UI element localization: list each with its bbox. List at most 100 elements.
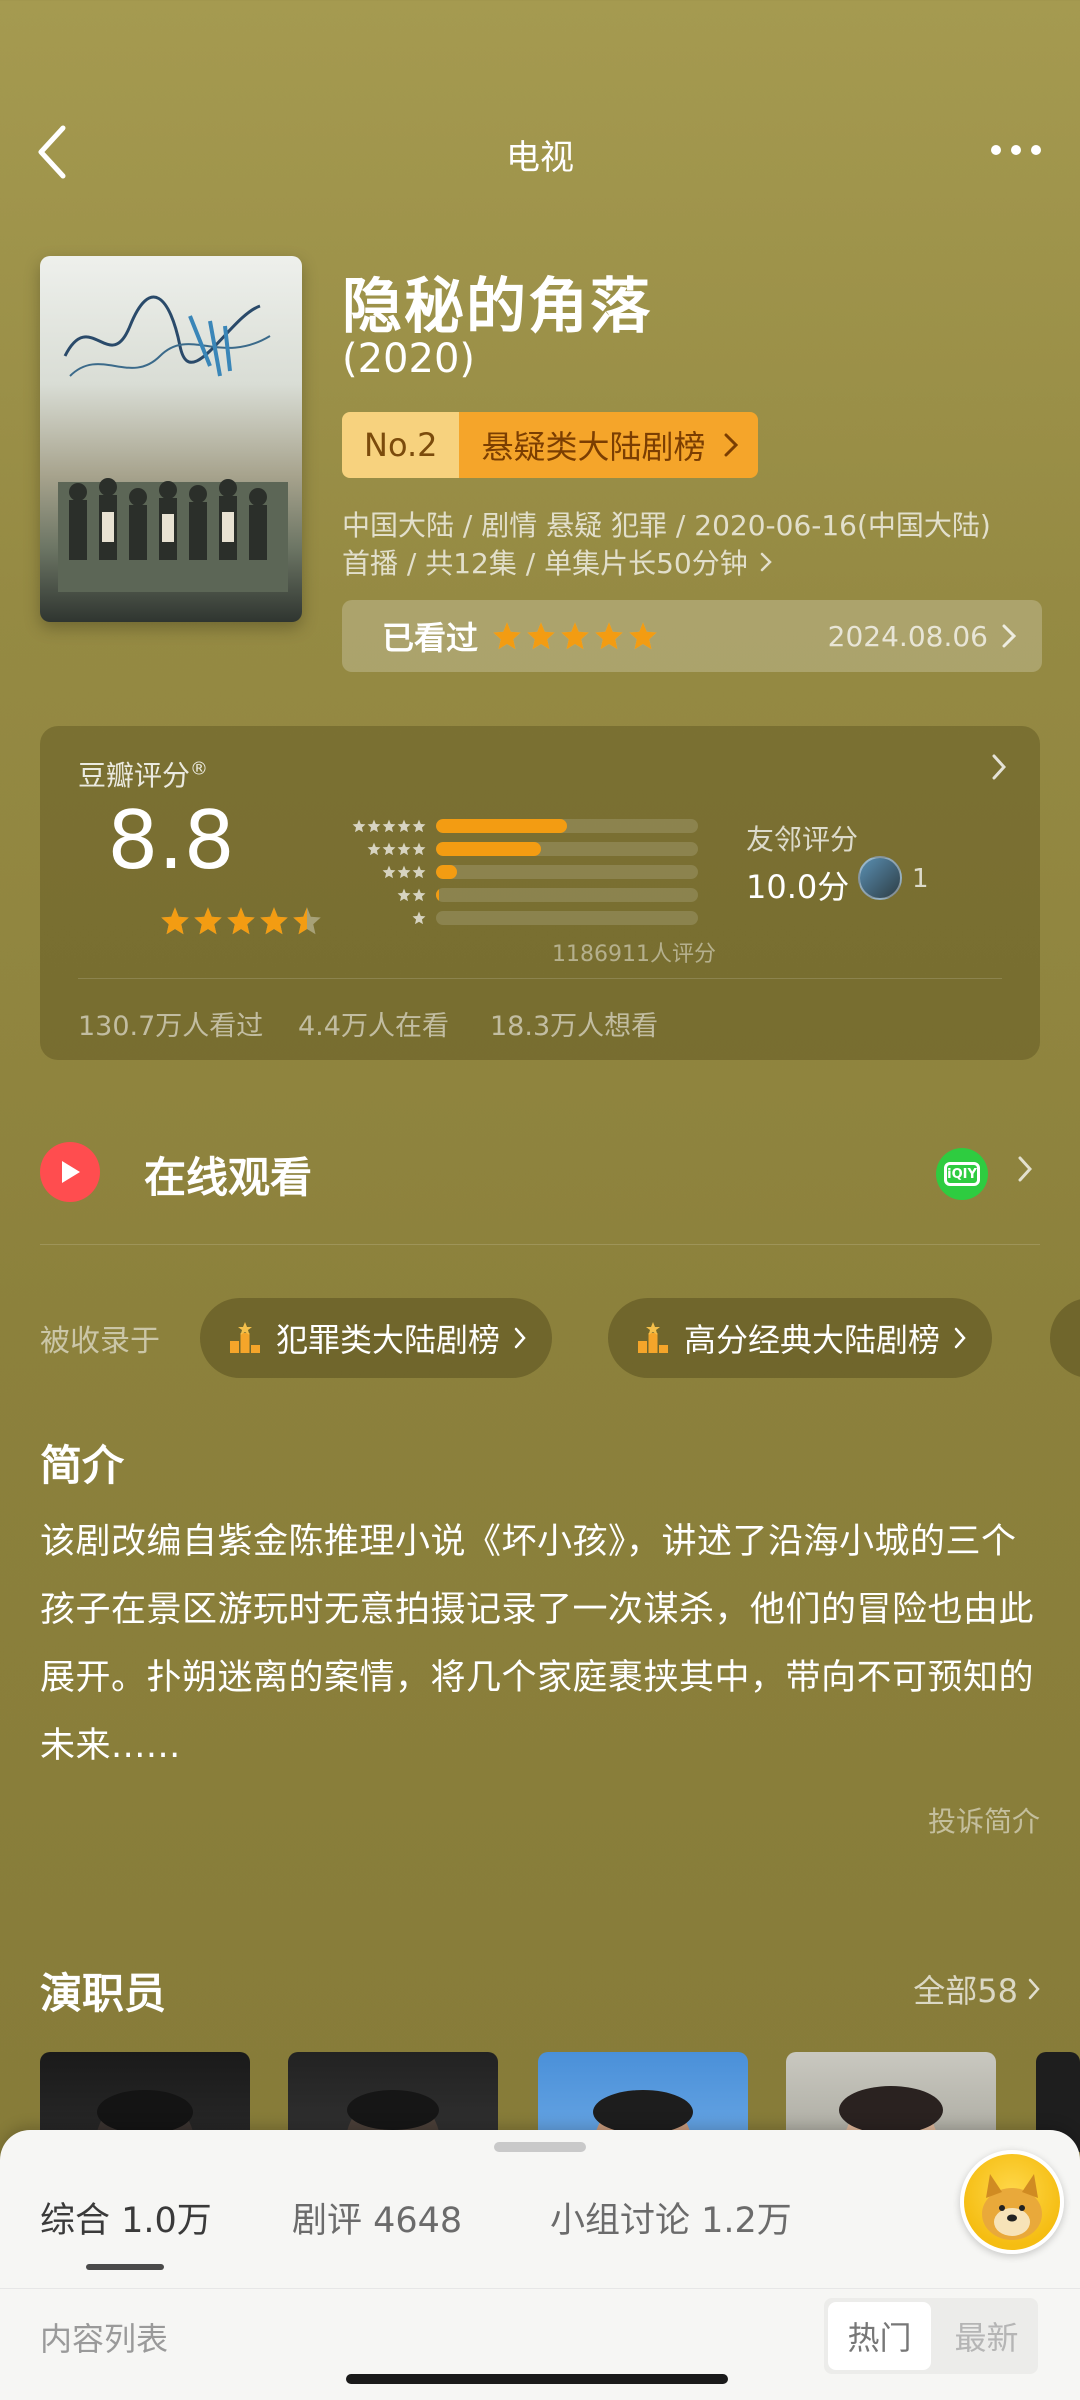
tab-reviews[interactable]: 剧评 4648 bbox=[292, 2192, 462, 2243]
play-triangle-icon bbox=[62, 1161, 80, 1183]
intro-text: 该剧改编自紫金陈推理小说《坏小孩》，讲述了沿海小城的三个孩子在景区游玩时无意拍摄… bbox=[40, 1522, 1035, 1766]
rank-list-label: 悬疑类大陆剧榜 bbox=[481, 428, 706, 466]
chevron-right-icon bbox=[1028, 1978, 1040, 2000]
rating-card[interactable]: 豆瓣评分® 8.8 1186911人评分 友邻评分 10.0分 1 130.7万… bbox=[40, 726, 1040, 1060]
meta-info-line2[interactable]: 首播 / 共12集 / 单集片长50分钟 bbox=[342, 542, 772, 582]
watched-bar[interactable]: 已看过 2024.08.06 bbox=[342, 600, 1042, 672]
rating-count: 1186911人评分 bbox=[552, 942, 716, 967]
distribution-stars bbox=[340, 819, 436, 833]
tab-group-discussion[interactable]: 小组讨论 1.2万 bbox=[550, 2192, 792, 2243]
intro-title: 简介 bbox=[40, 1441, 125, 1490]
chevron-right-icon[interactable] bbox=[1018, 1156, 1032, 1182]
poster-image[interactable] bbox=[40, 256, 302, 622]
distribution-row bbox=[340, 906, 750, 929]
star-icon bbox=[293, 907, 321, 935]
play-icon[interactable] bbox=[40, 1142, 100, 1202]
chevron-right-icon bbox=[992, 754, 1006, 780]
sort-toggle[interactable]: 热门 最新 bbox=[824, 2298, 1038, 2374]
distribution-row bbox=[340, 883, 750, 906]
friend-rating-label: 友邻评分 bbox=[746, 823, 859, 856]
distribution-row bbox=[340, 814, 750, 837]
distribution-bar bbox=[436, 841, 698, 856]
distribution-bar-fill bbox=[436, 864, 457, 879]
more-dot bbox=[1011, 145, 1021, 155]
meta-info-line1: 中国大陆 / 剧情 悬疑 犯罪 / 2020-06-16(中国大陆) bbox=[342, 509, 991, 542]
small-star-icon bbox=[382, 842, 396, 855]
tab-indicator bbox=[86, 2264, 164, 2270]
distribution-bar bbox=[436, 887, 698, 902]
bottom-sheet[interactable]: 综合 1.0万 剧评 4648 小组讨论 1.2万 内容列表 热门 最新 bbox=[0, 2130, 1080, 2400]
poster-title-art bbox=[63, 295, 271, 377]
podium-icon bbox=[230, 1322, 260, 1353]
list-chip-classic[interactable]: 高分经典大陆剧榜 bbox=[608, 1298, 993, 1378]
chevron-right-icon bbox=[954, 1327, 966, 1349]
distribution-bar-fill bbox=[436, 818, 567, 833]
page-title: 电视 bbox=[506, 138, 574, 178]
rank-badge[interactable]: No.2 悬疑类大陆剧榜 bbox=[342, 412, 758, 478]
iqiyi-icon[interactable]: iQIY bbox=[936, 1148, 988, 1200]
more-dots-icon bbox=[991, 145, 1001, 155]
rating-distribution bbox=[340, 814, 750, 929]
star-icon bbox=[161, 907, 189, 935]
rating-title-text: 豆瓣评分 bbox=[78, 759, 191, 792]
star-icon bbox=[561, 622, 589, 650]
cast-title: 演职员 bbox=[40, 1969, 167, 2018]
divider bbox=[0, 2288, 1080, 2289]
star-icon bbox=[595, 622, 623, 650]
meta-info-line2-text: 首播 / 共12集 / 单集片长50分钟 bbox=[342, 547, 748, 580]
list-chip-crime[interactable]: 犯罪类大陆剧榜 bbox=[200, 1298, 553, 1378]
tab-overview[interactable]: 综合 1.0万 bbox=[40, 2192, 212, 2243]
sheet-handle[interactable] bbox=[494, 2142, 586, 2152]
stat-watching: 4.4万人在看 bbox=[298, 1011, 449, 1042]
movie-year: (2020) bbox=[342, 336, 476, 382]
sort-new-button[interactable]: 最新 bbox=[935, 2298, 1038, 2374]
distribution-stars bbox=[340, 842, 436, 856]
star-icon bbox=[260, 907, 288, 935]
friend-avatar[interactable] bbox=[858, 856, 902, 900]
star-icon bbox=[527, 622, 555, 650]
podium-icon bbox=[638, 1322, 668, 1353]
rank-list-name: 悬疑类大陆剧榜 bbox=[459, 412, 758, 478]
friend-rating-score: 10.0分 bbox=[746, 868, 850, 906]
list-chip-more[interactable] bbox=[1050, 1298, 1080, 1378]
star-icon bbox=[227, 907, 255, 935]
mascot-dog-icon[interactable] bbox=[960, 2150, 1064, 2254]
more-button[interactable] bbox=[980, 130, 1052, 170]
movie-title: 隐秘的角落 bbox=[342, 272, 652, 342]
iqiyi-logo-text: iQIY bbox=[944, 1162, 980, 1186]
distribution-row bbox=[340, 860, 750, 883]
chevron-right-icon bbox=[514, 1327, 526, 1349]
divider bbox=[40, 1244, 1040, 1245]
online-watch-title[interactable]: 在线观看 bbox=[144, 1144, 312, 1205]
report-intro-link[interactable]: 投诉简介 bbox=[928, 1800, 1040, 1840]
small-star-icon bbox=[397, 865, 411, 878]
star-icon bbox=[493, 622, 521, 650]
distribution-bar bbox=[436, 910, 698, 925]
small-star-icon bbox=[412, 865, 426, 878]
distribution-stars bbox=[340, 888, 436, 902]
home-indicator[interactable] bbox=[346, 2374, 728, 2384]
small-star-icon bbox=[382, 819, 396, 832]
watched-date: 2024.08.06 bbox=[827, 619, 988, 653]
watched-label: 已看过 bbox=[382, 619, 479, 657]
my-rating-stars bbox=[492, 621, 658, 651]
cast-all-button[interactable]: 全部58 bbox=[913, 1966, 1040, 2012]
distribution-row bbox=[340, 837, 750, 860]
distribution-bar bbox=[436, 864, 698, 879]
poster-cast-photo bbox=[58, 478, 288, 592]
small-star-icon bbox=[412, 888, 426, 901]
small-star-icon bbox=[412, 819, 426, 832]
doge-face bbox=[982, 2174, 1042, 2240]
small-star-icon bbox=[382, 865, 396, 878]
list-chip-label: 犯罪类大陆剧榜 bbox=[276, 1321, 501, 1359]
stat-watched: 130.7万人看过 bbox=[78, 1011, 264, 1042]
small-star-icon bbox=[367, 819, 381, 832]
distribution-stars bbox=[340, 865, 436, 879]
chevron-right-icon bbox=[760, 552, 772, 572]
distribution-bar-fill bbox=[436, 887, 439, 902]
small-star-icon bbox=[352, 819, 366, 832]
registered-mark: ® bbox=[190, 758, 209, 780]
sort-hot-button[interactable]: 热门 bbox=[828, 2302, 931, 2370]
more-dot bbox=[1031, 145, 1041, 155]
rank-number: No.2 bbox=[342, 412, 460, 478]
